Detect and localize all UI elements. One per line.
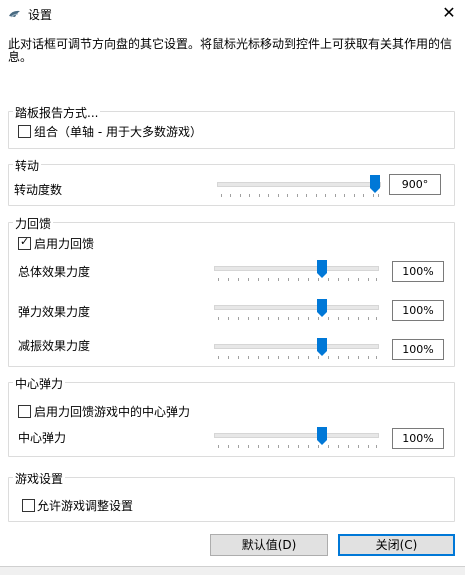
rotation-slider-ticks <box>221 194 379 197</box>
centering-strength-track[interactable] <box>214 433 379 438</box>
enable-force-feedback-checkbox[interactable]: ✓ <box>18 235 31 250</box>
overall-strength-ticks <box>218 278 377 281</box>
title-bar: 设置 ✕ <box>0 0 465 28</box>
damper-strength-track[interactable] <box>214 344 379 349</box>
game-settings-group-label: 游戏设置 <box>13 470 66 487</box>
pedal-group-label: 踏板报告方式... <box>13 104 101 121</box>
pedal-group: 踏板报告方式... 组合（单轴 - 用于大多数游戏） <box>8 104 455 149</box>
defaults-button[interactable]: 默认值(D) <box>210 534 328 556</box>
centering-spring-group: 中心弹力 启用力回馈游戏中的中心弹力 中心弹力 100% <box>8 375 455 457</box>
combine-pedals-label: 组合（单轴 - 用于大多数游戏） <box>34 125 202 139</box>
combine-pedals-checkbox[interactable] <box>18 125 31 138</box>
enable-centering-spring-checkbox[interactable] <box>18 405 31 418</box>
overall-strength-value: 100% <box>392 261 444 282</box>
rotation-group: 转动 转动度数 900° <box>8 157 455 206</box>
close-icon[interactable]: ✕ <box>438 3 460 23</box>
damper-strength-label: 减振效果力度 <box>18 339 91 353</box>
force-feedback-group-label: 力回馈 <box>13 215 54 232</box>
centering-strength-label: 中心弹力 <box>18 431 67 445</box>
spring-strength-track[interactable] <box>214 305 379 310</box>
checkmark-icon: ✓ <box>20 235 30 248</box>
rotation-degree-value: 900° <box>389 174 441 195</box>
damper-strength-value: 100% <box>392 339 444 360</box>
rotation-group-label: 转动 <box>13 157 42 174</box>
spring-strength-value: 100% <box>392 300 444 321</box>
app-icon <box>9 10 20 18</box>
spring-strength-ticks <box>218 317 377 320</box>
overall-strength-label: 总体效果力度 <box>18 265 91 279</box>
rotation-slider-thumb[interactable] <box>370 175 380 193</box>
spring-strength-thumb[interactable] <box>317 299 327 317</box>
dialog-description: 此对话框可调节方向盘的其它设置。将鼠标光标移动到控件上可获取有关其作用的信息。 <box>8 37 453 64</box>
centering-spring-group-label: 中心弹力 <box>13 375 66 392</box>
overall-strength-thumb[interactable] <box>317 260 327 278</box>
allow-game-settings-label: 允许游戏调整设置 <box>37 499 134 513</box>
allow-game-settings-checkbox[interactable] <box>22 499 35 512</box>
force-feedback-group: 力回馈 ✓ 启用力回馈 总体效果力度 100% 弹力效果力度 100% 减振效果… <box>8 215 455 367</box>
damper-strength-ticks <box>218 356 377 359</box>
enable-centering-spring-label: 启用力回馈游戏中的中心弹力 <box>34 405 191 419</box>
rotation-degree-label: 转动度数 <box>14 183 63 197</box>
centering-strength-ticks <box>218 445 377 448</box>
enable-force-feedback-label: 启用力回馈 <box>34 237 95 251</box>
window-title: 设置 <box>28 8 53 22</box>
damper-strength-thumb[interactable] <box>317 338 327 356</box>
rotation-slider-track[interactable] <box>217 182 381 187</box>
close-button[interactable]: 关闭(C) <box>338 534 455 556</box>
spring-strength-label: 弹力效果力度 <box>18 305 91 319</box>
game-settings-group: 游戏设置 允许游戏调整设置 <box>8 470 455 522</box>
centering-strength-thumb[interactable] <box>317 427 327 445</box>
overall-strength-track[interactable] <box>214 266 379 271</box>
centering-strength-value: 100% <box>392 428 444 449</box>
